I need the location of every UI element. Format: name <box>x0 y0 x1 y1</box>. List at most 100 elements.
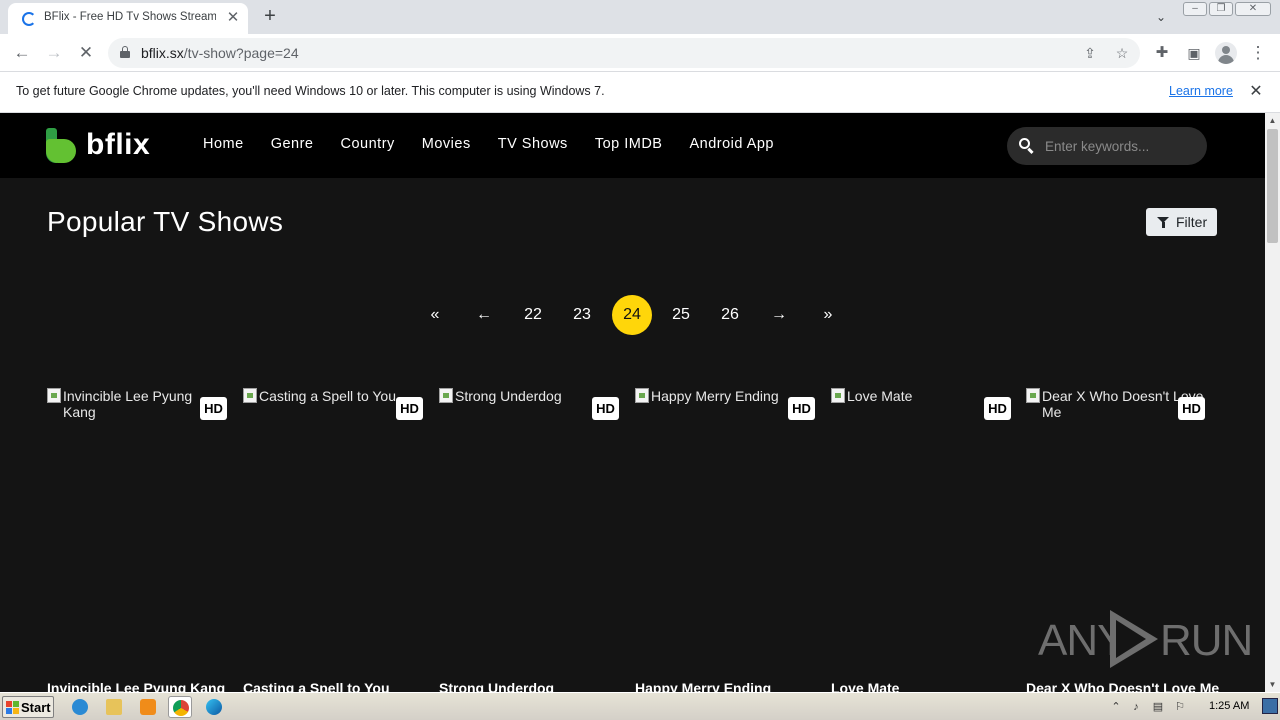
page-prev-button[interactable]: ← <box>464 295 504 335</box>
bookmark-star-icon[interactable]: ☆ <box>1112 43 1132 63</box>
show-title[interactable]: Dear X Who Doesn't Love Me <box>1026 680 1226 692</box>
watermark-right-text: RUN <box>1160 616 1253 665</box>
network-icon[interactable]: ▤ <box>1150 699 1166 715</box>
poster-alt-text: Casting a Spell to You <box>259 388 396 404</box>
windows-logo-icon <box>6 701 19 714</box>
extensions-icon[interactable]: ✚ <box>1150 41 1174 65</box>
nav-genre[interactable]: Genre <box>271 136 314 152</box>
clock[interactable]: 1:25 AM <box>1209 700 1249 712</box>
show-card[interactable]: Happy Merry Ending HD Happy Merry Ending <box>635 388 815 692</box>
hd-badge: HD <box>592 397 619 420</box>
vertical-scrollbar[interactable]: ▲ ▼ <box>1265 113 1280 692</box>
windows-taskbar: Start ⌃ ♪ ▤ ⚐ 1:25 AM <box>0 692 1280 720</box>
window-close-icon[interactable]: ✕ <box>1235 2 1271 16</box>
search-input[interactable] <box>1045 136 1195 156</box>
address-bar[interactable]: bflix.sx/tv-show?page=24 ⇪ ☆ <box>108 38 1140 68</box>
profile-avatar-icon[interactable] <box>1215 42 1237 64</box>
forward-icon[interactable]: → <box>42 41 66 65</box>
page-viewport: bflix Home Genre Country Movies TV Shows… <box>0 113 1265 692</box>
url-text[interactable]: bflix.sx/tv-show?page=24 <box>141 45 299 61</box>
new-tab-button[interactable]: + <box>258 5 282 29</box>
show-title[interactable]: Strong Underdog <box>439 680 639 692</box>
show-desktop-icon[interactable] <box>1262 698 1278 714</box>
start-label: Start <box>21 700 51 715</box>
page-24-current[interactable]: 24 <box>612 295 652 335</box>
back-icon[interactable]: ← <box>10 41 34 65</box>
system-tray: ⌃ ♪ ▤ ⚐ 1:25 AM <box>1106 695 1280 719</box>
side-panel-icon[interactable]: ▣ <box>1182 41 1206 65</box>
nav-country[interactable]: Country <box>341 136 395 152</box>
hd-badge: HD <box>396 397 423 420</box>
nav-home[interactable]: Home <box>203 136 244 152</box>
nav-top-imdb[interactable]: Top IMDB <box>595 136 663 152</box>
show-title[interactable]: Invincible Lee Pyung Kang <box>47 680 247 692</box>
file-explorer-icon[interactable] <box>102 696 126 718</box>
page-first-button[interactable]: « <box>415 295 455 335</box>
chrome-taskbar-icon[interactable] <box>168 696 192 718</box>
loading-spinner-icon <box>22 12 36 26</box>
poster-image[interactable]: Strong Underdog HD <box>439 388 619 658</box>
scroll-down-arrow-icon[interactable]: ▼ <box>1265 677 1280 692</box>
action-center-flag-icon[interactable]: ⚐ <box>1172 699 1188 715</box>
tab-strip: BFlix - Free HD Tv Shows Streaming ✕ + ⌄… <box>0 0 1280 34</box>
poster-alt-text: Strong Underdog <box>455 388 562 404</box>
filter-button[interactable]: Filter <box>1146 208 1217 236</box>
lock-icon[interactable] <box>120 46 130 58</box>
poster-alt-text: Love Mate <box>847 388 913 404</box>
scroll-thumb[interactable] <box>1267 129 1278 243</box>
broken-image-icon <box>439 388 453 403</box>
browser-tab[interactable]: BFlix - Free HD Tv Shows Streaming ✕ <box>8 3 248 34</box>
minimize-icon[interactable]: – <box>1183 2 1207 16</box>
nav-movies[interactable]: Movies <box>422 136 471 152</box>
edge-icon[interactable] <box>202 696 226 718</box>
hd-badge: HD <box>1178 397 1205 420</box>
nav-android-app[interactable]: Android App <box>689 136 774 152</box>
hd-badge: HD <box>788 397 815 420</box>
infobar-message: To get future Google Chrome updates, you… <box>16 84 605 98</box>
nav-tv-shows[interactable]: TV Shows <box>498 136 568 152</box>
page-next-button[interactable]: → <box>759 295 799 335</box>
stop-loading-icon[interactable]: ✕ <box>74 41 98 65</box>
infobar-close-icon[interactable]: ✕ <box>1246 82 1266 102</box>
search-icon[interactable] <box>1019 138 1035 155</box>
tray-expand-icon[interactable]: ⌃ <box>1108 699 1124 715</box>
share-icon[interactable]: ⇪ <box>1080 43 1100 63</box>
filter-label: Filter <box>1176 214 1208 230</box>
page-25-button[interactable]: 25 <box>661 295 701 335</box>
page-26-button[interactable]: 26 <box>710 295 750 335</box>
scroll-up-arrow-icon[interactable]: ▲ <box>1265 113 1280 128</box>
tab-search-icon[interactable]: ⌄ <box>1150 7 1172 27</box>
volume-icon[interactable]: ♪ <box>1128 699 1144 715</box>
page-last-button[interactable]: » <box>808 295 848 335</box>
internet-explorer-icon[interactable] <box>68 696 92 718</box>
start-button[interactable]: Start <box>2 696 54 718</box>
funnel-icon <box>1157 217 1169 228</box>
logo-text: bflix <box>86 128 151 161</box>
site-header: bflix Home Genre Country Movies TV Shows… <box>0 113 1265 178</box>
logo-mark-icon <box>46 128 76 163</box>
hd-badge: HD <box>200 397 227 420</box>
learn-more-link[interactable]: Learn more <box>1169 84 1233 98</box>
poster-alt-text: Happy Merry Ending <box>651 388 779 404</box>
poster-image[interactable]: Love Mate HD <box>831 388 1011 658</box>
update-infobar: To get future Google Chrome updates, you… <box>0 72 1280 113</box>
show-card[interactable]: Strong Underdog HD Strong Underdog <box>439 388 619 692</box>
show-card[interactable]: Casting a Spell to You HD Casting a Spel… <box>243 388 423 692</box>
media-player-icon[interactable] <box>136 696 160 718</box>
play-triangle-icon <box>1110 610 1158 668</box>
restore-icon[interactable]: ❐ <box>1209 2 1233 16</box>
show-title[interactable]: Happy Merry Ending <box>635 680 835 692</box>
menu-kebab-icon[interactable]: ⋮ <box>1246 41 1270 65</box>
poster-image[interactable]: Casting a Spell to You HD <box>243 388 423 658</box>
show-card[interactable]: Invincible Lee Pyung Kang HD Invincible … <box>47 388 227 692</box>
page-22-button[interactable]: 22 <box>513 295 553 335</box>
show-title[interactable]: Love Mate <box>831 680 1031 692</box>
show-title[interactable]: Casting a Spell to You <box>243 680 443 692</box>
broken-image-icon <box>47 388 61 403</box>
show-card[interactable]: Love Mate HD Love Mate <box>831 388 1011 692</box>
tab-close-icon[interactable]: ✕ <box>224 9 242 27</box>
poster-image[interactable]: Happy Merry Ending HD <box>635 388 815 658</box>
poster-image[interactable]: Invincible Lee Pyung Kang HD <box>47 388 227 658</box>
page-23-button[interactable]: 23 <box>562 295 602 335</box>
broken-image-icon <box>831 388 845 403</box>
